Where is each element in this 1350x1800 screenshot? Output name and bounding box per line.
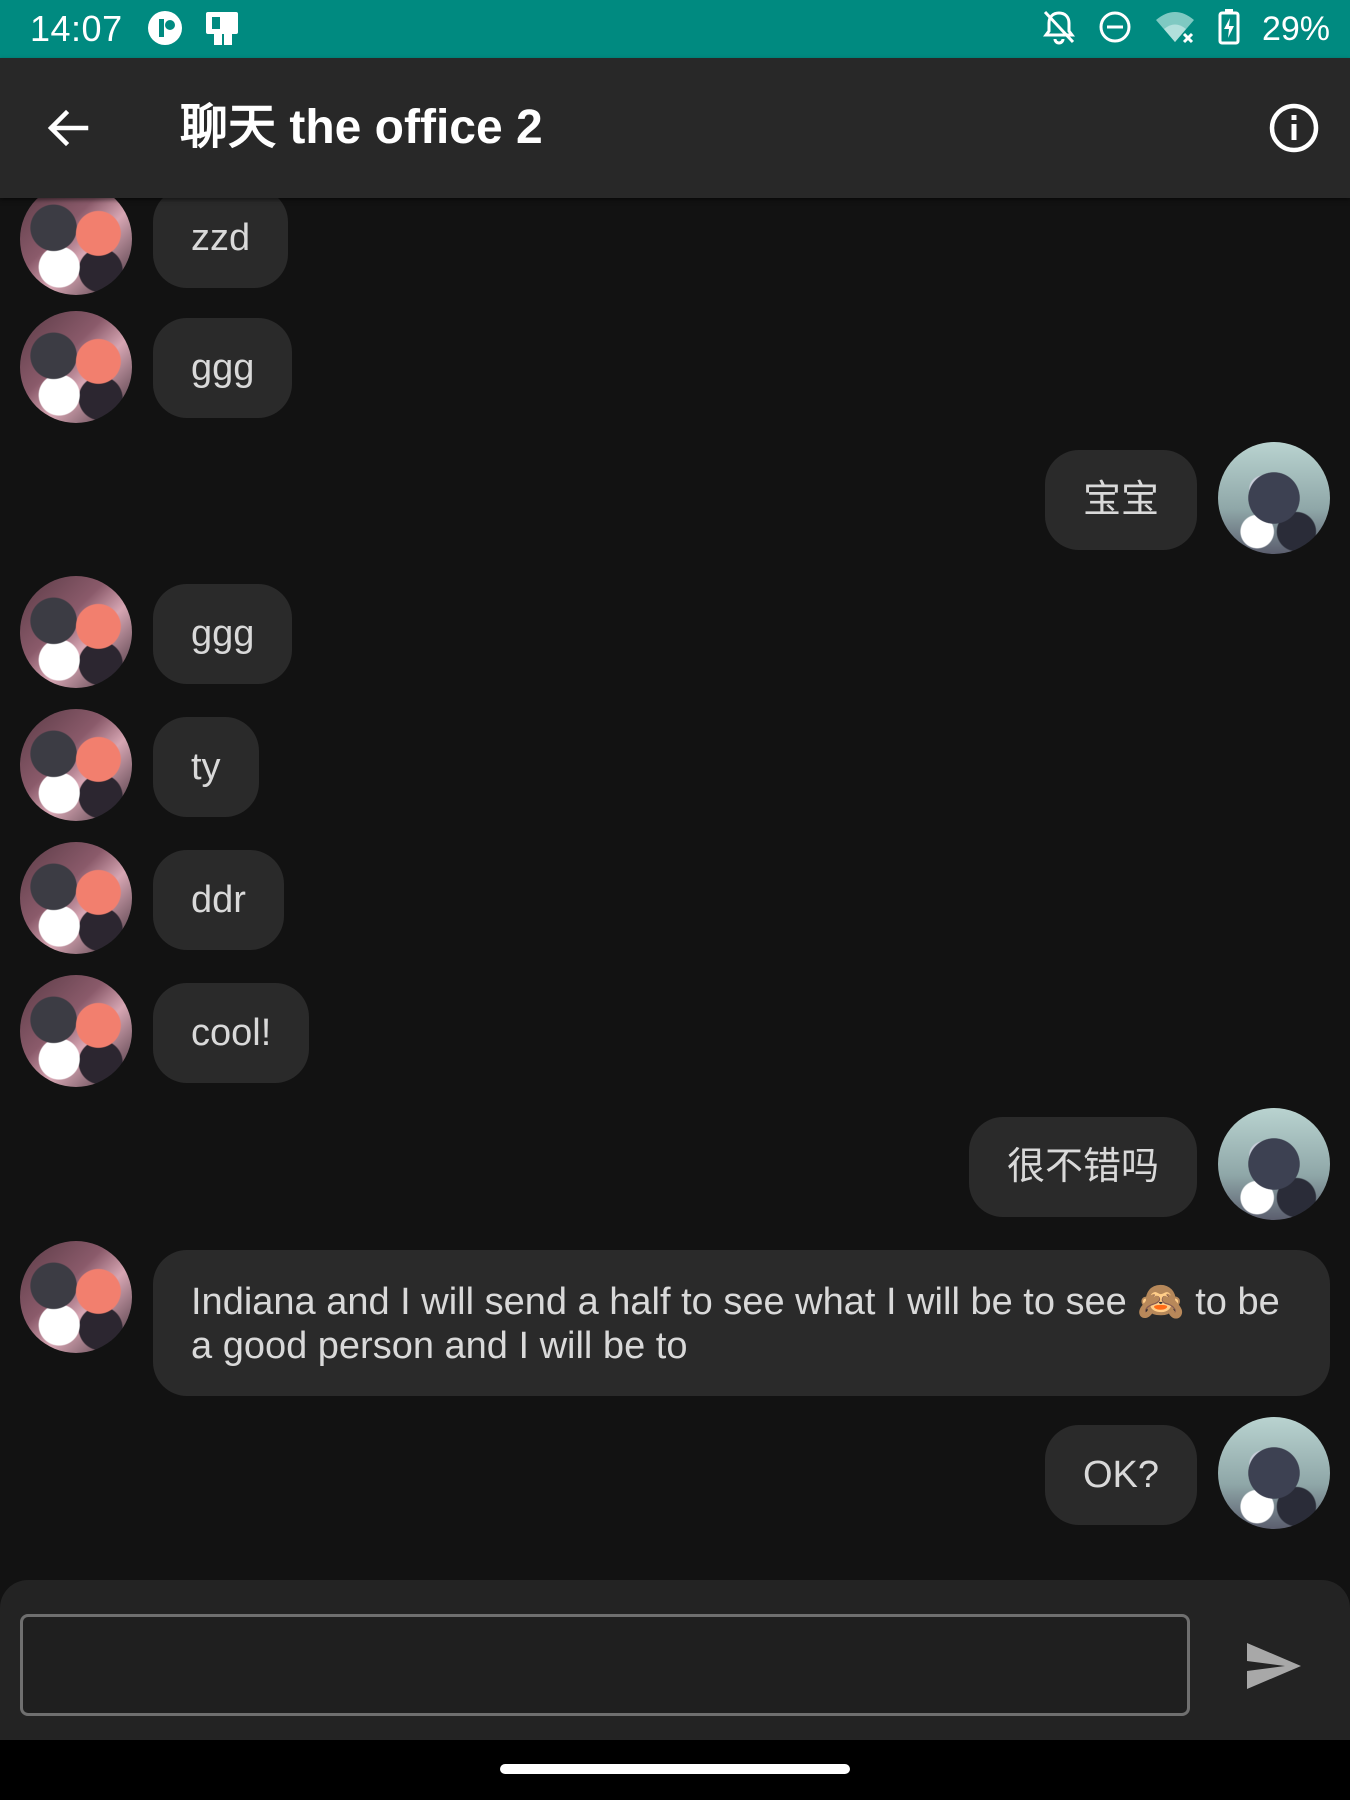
- do-not-disturb-icon: [1098, 10, 1132, 49]
- page-title: 聊天 the office 2: [180, 101, 543, 154]
- sender-avatar[interactable]: [20, 198, 132, 295]
- message-bubble[interactable]: ddr: [153, 850, 284, 950]
- status-bar: 14:07 29%: [0, 0, 1350, 58]
- app-bar: 聊天 the office 2: [0, 58, 1350, 198]
- sim-card-icon: [202, 9, 242, 52]
- back-button[interactable]: [38, 98, 98, 158]
- home-gesture-handle[interactable]: [500, 1764, 850, 1774]
- message-composer: [0, 1580, 1350, 1740]
- message-bubble[interactable]: OK?: [1044, 1425, 1197, 1525]
- battery-percentage: 29%: [1261, 10, 1330, 48]
- my-avatar[interactable]: [1218, 442, 1330, 554]
- app-notification-icon: [146, 9, 184, 52]
- message-bubble[interactable]: cool!: [153, 983, 310, 1083]
- notifications-off-icon: [1042, 9, 1076, 50]
- status-left-icons: [146, 10, 242, 50]
- info-button[interactable]: [1264, 98, 1324, 158]
- arrow-left-icon: [47, 109, 89, 147]
- message-bubble[interactable]: 宝宝: [1044, 450, 1197, 550]
- my-avatar[interactable]: [1218, 1417, 1330, 1529]
- sender-avatar[interactable]: [20, 842, 132, 954]
- sender-avatar[interactable]: [20, 975, 132, 1087]
- send-icon: [1247, 1643, 1301, 1689]
- chat-messages[interactable]: zzd ggg 宝宝 ggg ty ddr cool! 很不错吗 Indiana…: [0, 198, 1350, 1580]
- message-bubble[interactable]: ggg: [153, 584, 293, 684]
- send-button[interactable]: [1238, 1632, 1310, 1700]
- status-right: 29%: [1042, 8, 1330, 50]
- navigation-bar: [0, 1740, 1350, 1800]
- message-bubble[interactable]: 很不错吗: [968, 1117, 1197, 1217]
- message-input[interactable]: [20, 1614, 1190, 1716]
- info-icon: [1269, 103, 1319, 153]
- message-bubble[interactable]: ggg: [153, 318, 293, 418]
- sender-avatar[interactable]: [20, 1241, 132, 1353]
- sender-avatar[interactable]: [20, 709, 132, 821]
- wifi-no-internet-icon: [1154, 10, 1196, 49]
- sender-avatar[interactable]: [20, 576, 132, 688]
- status-time: 14:07: [30, 8, 123, 49]
- message-bubble[interactable]: Indiana and I will send a half to see wh…: [153, 1250, 1330, 1396]
- message-bubble[interactable]: ty: [153, 717, 259, 817]
- my-avatar[interactable]: [1218, 1108, 1330, 1220]
- message-bubble[interactable]: zzd: [153, 198, 289, 288]
- sender-avatar[interactable]: [20, 311, 132, 423]
- battery-charging-icon: [1218, 8, 1240, 50]
